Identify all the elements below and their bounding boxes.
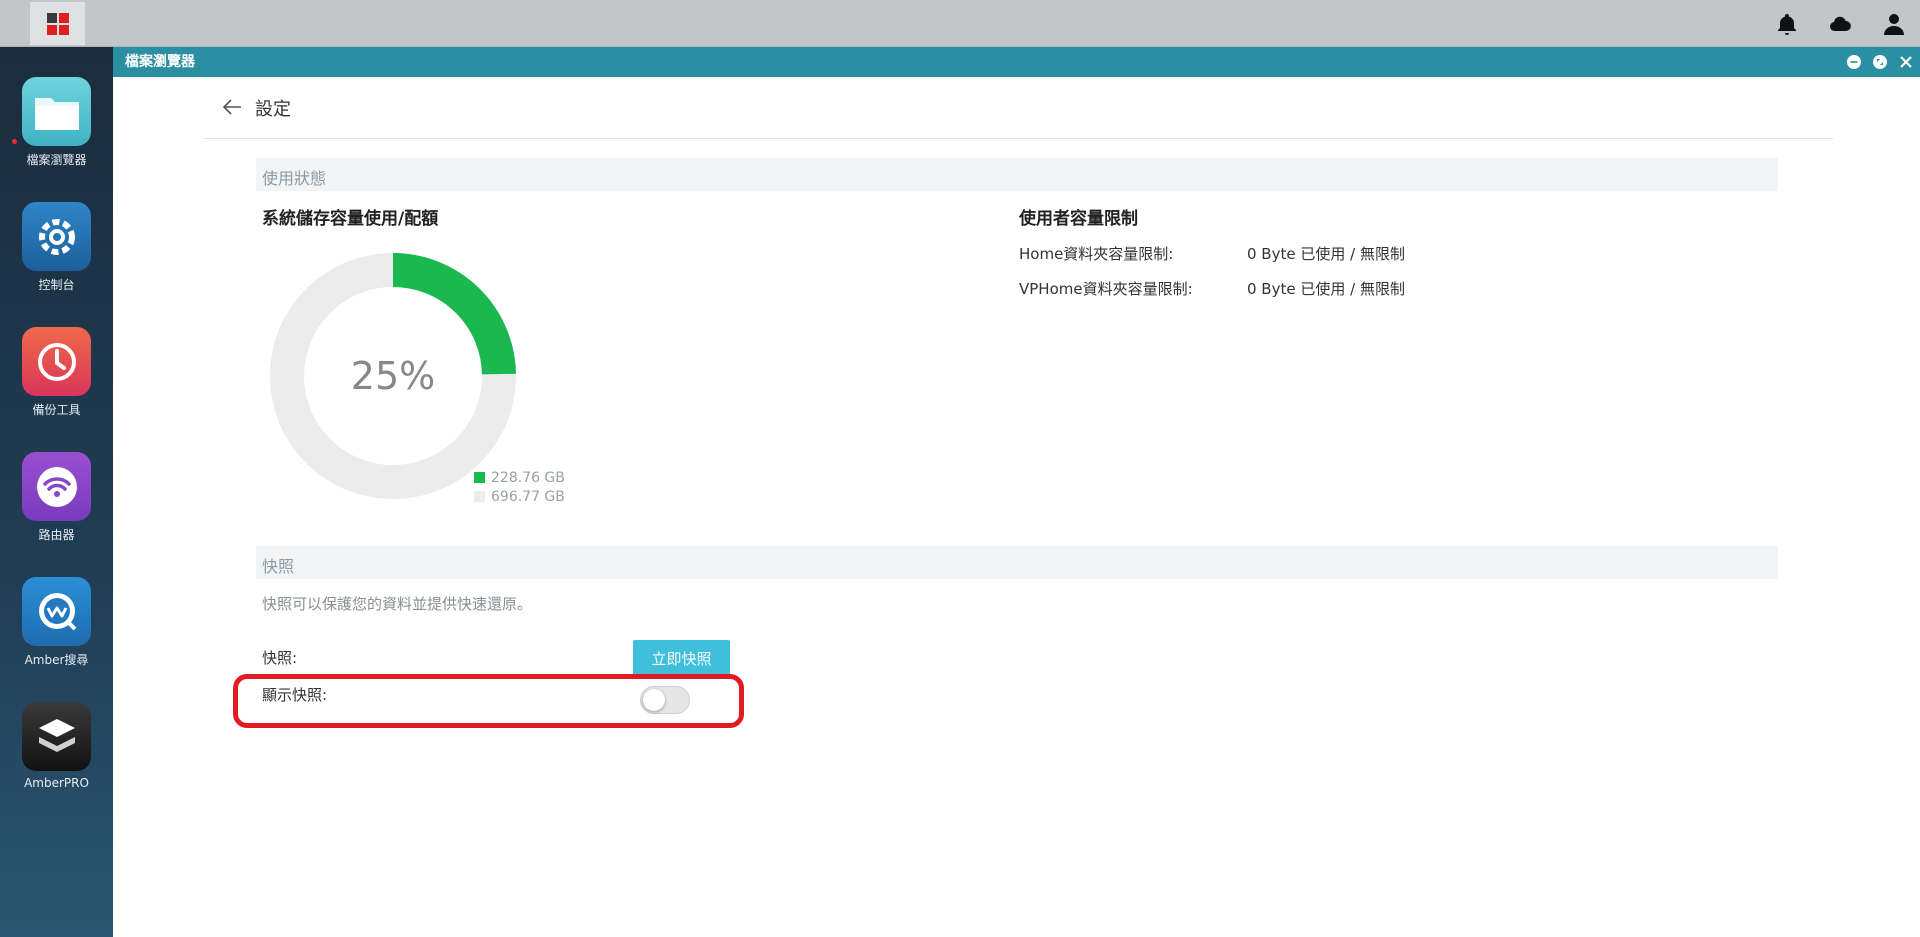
start-menu-button[interactable] [30,2,85,45]
legend-swatch-free [474,491,485,502]
grid-icon [46,12,69,35]
folder-icon [22,77,91,146]
dock-label: 控制台 [38,278,75,292]
cloud-icon[interactable] [1828,12,1852,36]
dock-item-amberpro[interactable]: AmberPRO [0,702,113,812]
vphome-quota-value: 0 Byte 已使用 / 無限制 [1247,280,1405,298]
dock-label: Amber搜尋 [24,653,89,667]
gear-icon [22,202,91,271]
wifi-icon [22,452,91,521]
window-title: 檔案瀏覽器 [125,54,195,70]
vphome-quota-label: VPHome資料夾容量限制: [1019,280,1193,298]
take-snapshot-button[interactable]: 立即快照 [633,640,730,676]
dock-label: AmberPRO [24,776,89,790]
section-title: 使用狀態 [262,169,327,188]
snapshot-label: 快照: [262,649,298,667]
bell-icon[interactable] [1775,12,1799,36]
legend-swatch-used [474,472,485,483]
usage-section-header: 使用狀態 [256,158,1778,191]
snapshot-description: 快照可以保護您的資料並提供快速還原。 [262,595,533,613]
storage-donut-chart: 25% [270,253,516,499]
close-icon[interactable] [1898,54,1914,70]
legend-free-label: 696.77 GB [491,489,565,505]
settings-header: 設定 [203,77,1833,139]
legend-free: 696.77 GB [474,489,565,505]
running-indicator [12,139,17,144]
minimize-icon[interactable] [1846,54,1862,70]
user-icon[interactable] [1882,12,1906,36]
back-arrow-icon[interactable] [221,97,243,117]
page-title: 設定 [255,99,291,120]
dock-item-amber-search[interactable]: Amber搜尋 [0,577,113,687]
snapshot-section-header: 快照 [256,546,1778,579]
history-clock-icon [22,327,91,396]
search-bubble-icon [22,577,91,646]
app-dock: 檔案瀏覽器 控制台 備份工具 路由器 Amber搜尋 AmberPRO [0,47,113,937]
dock-item-router[interactable]: 路由器 [0,452,113,562]
home-quota-label: Home資料夾容量限制: [1019,245,1174,263]
show-snapshot-label: 顯示快照: [262,686,328,704]
dock-item-backup[interactable]: 備份工具 [0,327,113,437]
settings-page: 設定 使用狀態 系統儲存容量使用/配額 使用者容量限制 25% 228.76 G… [113,77,1920,937]
legend-used-label: 228.76 GB [491,470,565,486]
storage-title: 系統儲存容量使用/配額 [262,209,439,229]
show-snapshot-toggle[interactable] [640,686,690,714]
home-quota-value: 0 Byte 已使用 / 無限制 [1247,245,1405,263]
dock-label: 備份工具 [32,403,81,417]
dock-item-file-browser[interactable]: 檔案瀏覽器 [0,77,113,187]
cube-icon [22,702,91,771]
dock-label: 檔案瀏覽器 [26,153,87,167]
maximize-icon[interactable] [1872,54,1888,70]
file-browser-window: 檔案瀏覽器 設定 使用狀態 系統儲存容量使用/配額 使用者容量限制 25% 22… [113,47,1920,937]
dock-item-control-panel[interactable]: 控制台 [0,202,113,312]
window-title-bar[interactable]: 檔案瀏覽器 [113,47,1920,77]
quota-title: 使用者容量限制 [1019,209,1138,229]
taskbar [0,0,1920,47]
toggle-knob [643,689,665,711]
usage-percent: 25% [350,354,436,398]
legend-used: 228.76 GB [474,470,565,486]
section-title: 快照 [262,557,295,576]
dock-label: 路由器 [38,528,75,542]
